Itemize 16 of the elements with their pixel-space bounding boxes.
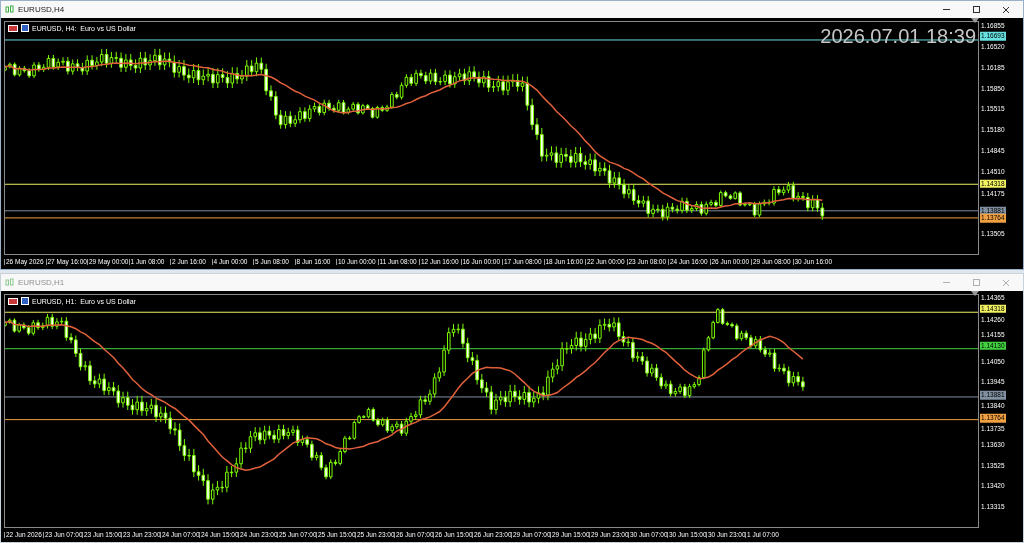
chart-type-icon — [21, 24, 29, 32]
close-icon — [1002, 5, 1010, 14]
chart-type-icon — [21, 297, 29, 305]
maximize-icon — [972, 279, 980, 286]
minimize-icon — [942, 9, 950, 10]
maximize-icon — [972, 6, 980, 13]
close-icon — [1002, 278, 1010, 287]
candles-icon — [5, 5, 14, 14]
scroll-marker-icon — [971, 18, 979, 23]
minimize-icon — [942, 282, 950, 283]
flag-icon — [8, 297, 18, 305]
window-title: EURUSD,H1 — [18, 276, 65, 289]
scroll-marker-icon — [971, 291, 979, 296]
candles-icon — [5, 278, 14, 287]
flag-icon — [8, 24, 18, 32]
window-title: EURUSD,H4 — [18, 3, 65, 16]
